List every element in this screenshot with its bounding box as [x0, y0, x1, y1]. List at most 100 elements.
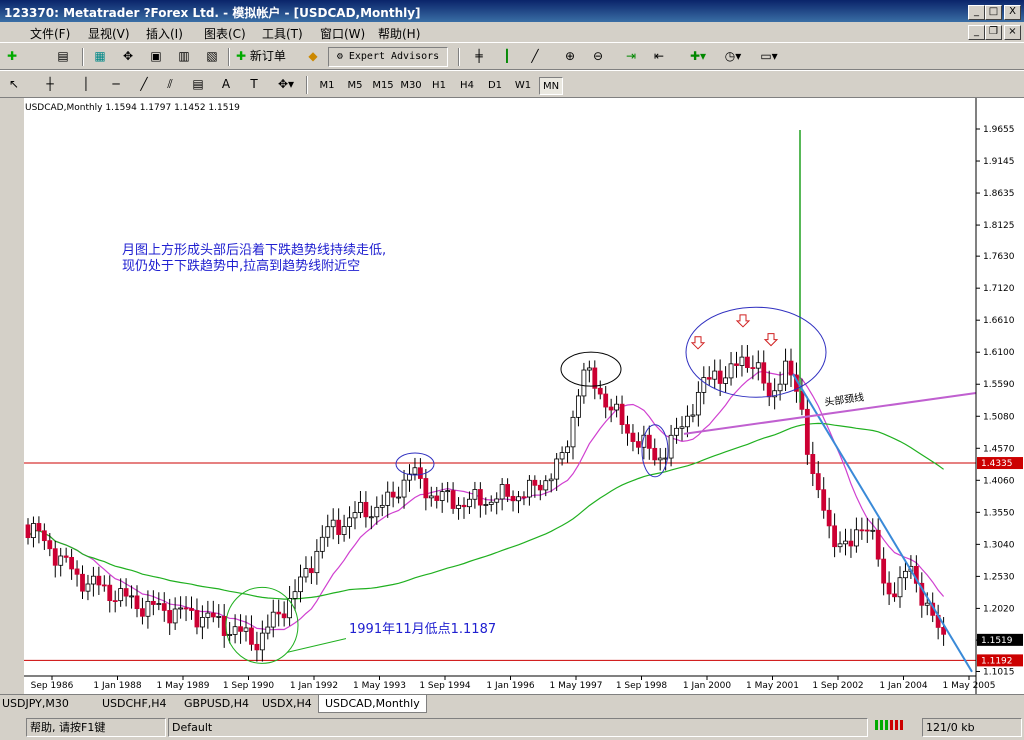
autoscroll-icon[interactable]: ⇥	[620, 47, 642, 67]
crosshair-icon[interactable]: ┼	[40, 75, 60, 95]
market-watch-icon[interactable]: ▦	[90, 47, 110, 67]
tf-d1[interactable]: D1	[483, 77, 507, 95]
candle	[319, 536, 325, 552]
templates-icon[interactable]: ▭▾	[754, 47, 784, 67]
new-chart-icon[interactable]: ✚	[2, 47, 22, 67]
bar-chart-icon[interactable]: ╪	[468, 47, 490, 67]
candle	[826, 509, 832, 527]
date-tick-label: 1 Jan 2000	[683, 681, 731, 691]
text-label-icon[interactable]: T	[244, 75, 264, 95]
candle	[194, 610, 200, 628]
maximize-button[interactable]: □	[985, 5, 1002, 20]
price-chart[interactable]: 1.9655 1.9145 1.8635 1.8125 1.7630 1.7120 1.66…	[24, 98, 1024, 694]
candle	[701, 377, 707, 393]
menu-help[interactable]: 帮助(H)	[378, 25, 420, 42]
candle	[526, 479, 532, 498]
expert-advisors-button[interactable]: ⚙ Expert Advisors	[328, 47, 448, 67]
candle	[537, 484, 543, 491]
tab-usdchf[interactable]: USDCHF,H4	[102, 695, 167, 713]
zoom-out-icon[interactable]: ⊖	[588, 47, 608, 67]
tf-m5[interactable]: M5	[343, 77, 367, 95]
menu-file[interactable]: 文件(F)	[30, 25, 70, 42]
indicators-icon[interactable]: ✚▾	[684, 47, 712, 67]
periods-icon[interactable]: ◷▾	[718, 47, 748, 67]
candle	[510, 495, 516, 502]
candle	[728, 363, 734, 379]
new-order-button[interactable]: ✚ 新订单	[236, 47, 302, 67]
candle	[695, 391, 701, 416]
tab-usdjpy[interactable]: USDJPY,M30	[2, 695, 69, 713]
candle	[303, 568, 309, 578]
candle	[270, 611, 276, 628]
menu-tools[interactable]: 工具(T)	[262, 25, 303, 42]
tf-h1[interactable]: H1	[427, 77, 451, 95]
tab-usdcad[interactable]: USDCAD,Monthly	[318, 695, 427, 713]
tf-mn[interactable]: MN	[539, 77, 563, 95]
trendline-icon[interactable]: ╱	[134, 75, 154, 95]
minimize-button[interactable]: _	[968, 5, 985, 20]
horizontal-line-icon[interactable]: ─	[106, 75, 126, 95]
candle	[516, 496, 521, 502]
candle	[810, 454, 816, 474]
candle	[565, 446, 570, 454]
down-arrow-icon	[735, 314, 751, 328]
candle	[559, 452, 565, 460]
down-arrow-icon	[690, 336, 706, 350]
alert-icon[interactable]: ◆	[304, 47, 322, 67]
fibonacci-icon[interactable]: ▤	[188, 75, 208, 95]
candle	[761, 362, 767, 384]
mdi-restore-button[interactable]: ❐	[985, 25, 1002, 40]
down-arrow-icon	[763, 333, 779, 347]
channel-icon[interactable]: ⫽	[160, 75, 180, 95]
tf-h4[interactable]: H4	[455, 77, 479, 95]
tf-m1[interactable]: M1	[315, 77, 339, 95]
price-tick-label: 1.5590	[983, 380, 1015, 390]
menu-view[interactable]: 显视(V)	[88, 25, 130, 42]
menu-insert[interactable]: 插入(I)	[146, 25, 183, 42]
line-chart-icon[interactable]: ╱	[524, 47, 546, 67]
candle	[690, 414, 696, 417]
candle	[25, 524, 31, 539]
price-tick-label: 1.3040	[983, 540, 1015, 550]
tester-icon[interactable]: ▧	[202, 47, 222, 67]
text-icon[interactable]: A	[216, 75, 236, 95]
vertical-line-icon[interactable]: │	[76, 75, 96, 95]
candle	[815, 473, 821, 491]
candle	[101, 584, 107, 587]
tab-gbpusd[interactable]: GBPUSD,H4	[184, 695, 249, 713]
candle	[352, 512, 358, 519]
candlestick-icon[interactable]: ┃	[496, 47, 518, 67]
candle	[47, 540, 53, 550]
price-tick-label: 1.9655	[983, 125, 1015, 135]
tf-m30[interactable]: M30	[399, 77, 423, 95]
data-window-icon[interactable]: ▣	[146, 47, 166, 67]
candle	[123, 588, 129, 597]
candle	[843, 540, 848, 545]
menu-charts[interactable]: 图表(C)	[204, 25, 246, 42]
candle	[276, 611, 282, 615]
candle	[74, 568, 80, 575]
price-tick-label: 1.4570	[983, 444, 1015, 454]
profiles-icon[interactable]: ▤	[52, 47, 74, 67]
tf-w1[interactable]: W1	[511, 77, 535, 95]
tf-m15[interactable]: M15	[371, 77, 395, 95]
candle	[875, 529, 881, 560]
candle	[570, 416, 576, 448]
tab-usdx[interactable]: USDX,H4	[262, 695, 312, 713]
chart-window[interactable]: 1.9655 1.9145 1.8635 1.8125 1.7630 1.7120 1.66…	[24, 98, 1024, 694]
chart-shift-icon[interactable]: ⇤	[648, 47, 670, 67]
candle	[368, 516, 374, 519]
crosshair-nav-icon[interactable]: ✥	[118, 47, 138, 67]
candle	[150, 600, 156, 605]
candle	[723, 377, 728, 384]
terminal-icon[interactable]: ▥	[174, 47, 194, 67]
menu-window[interactable]: 窗口(W)	[320, 25, 365, 42]
mdi-minimize-button[interactable]: _	[968, 25, 985, 40]
arrows-icon[interactable]: ✥▾	[272, 75, 300, 95]
zoom-in-icon[interactable]: ⊕	[560, 47, 580, 67]
cursor-icon[interactable]: ↖	[4, 75, 24, 95]
mdi-close-button[interactable]: ×	[1004, 25, 1021, 40]
candle	[848, 540, 854, 547]
candle	[91, 575, 96, 585]
close-button[interactable]: X	[1004, 5, 1021, 20]
